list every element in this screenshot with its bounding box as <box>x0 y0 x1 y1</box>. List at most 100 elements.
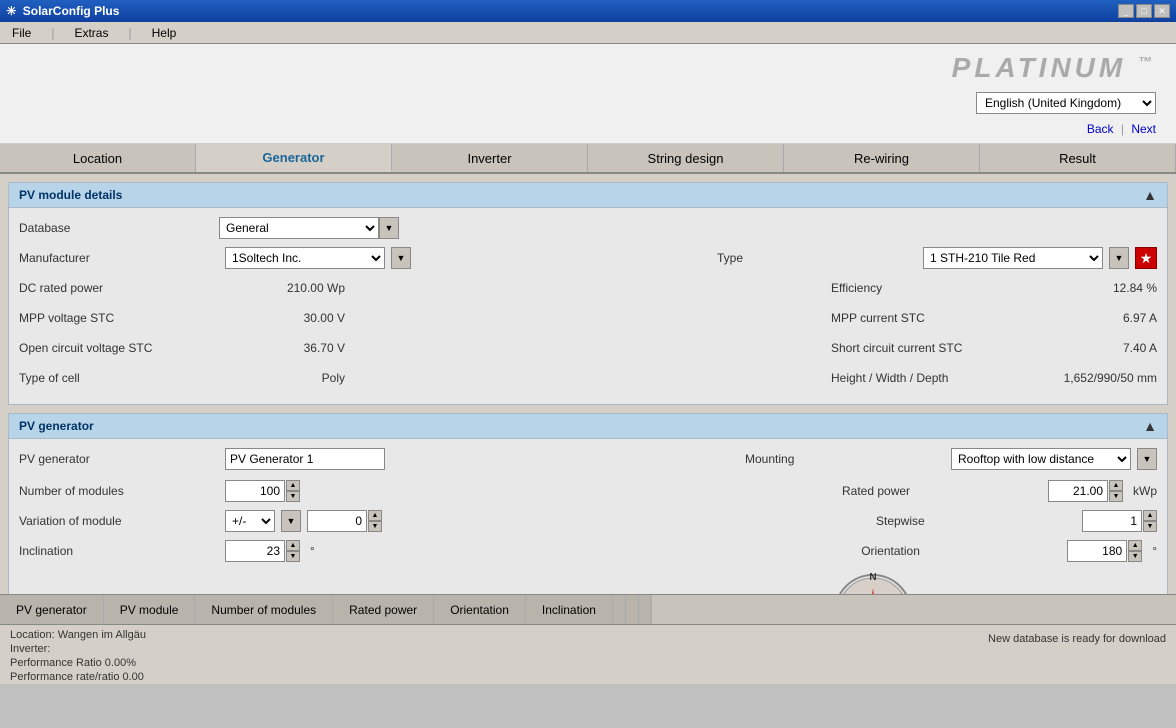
dc-efficiency-row: DC rated power 210.00 Wp Efficiency 12.8… <box>19 276 1157 300</box>
tab-string-design[interactable]: String design <box>588 144 784 172</box>
num-modules-up-btn[interactable]: ▲ <box>286 480 300 491</box>
language-select[interactable]: English (United Kingdom) <box>976 92 1156 114</box>
bottom-tab-extra-3[interactable] <box>639 595 652 624</box>
maximize-button[interactable]: □ <box>1136 4 1152 18</box>
manufacturer-dropdown-btn[interactable]: ▼ <box>391 247 411 269</box>
mpp-voltage-group: MPP voltage STC 30.00 V <box>19 311 345 325</box>
manufacturer-type-row: Manufacturer 1Soltech Inc. ▼ Type 1 STH-… <box>19 246 1157 270</box>
panel-visualization <box>204 573 404 594</box>
inclination-input[interactable] <box>225 540 285 562</box>
rated-power-up-btn[interactable]: ▲ <box>1109 480 1123 491</box>
minimize-button[interactable]: _ <box>1118 4 1134 18</box>
stepwise-input[interactable] <box>1082 510 1142 532</box>
inclination-unit: ° <box>310 544 315 558</box>
variation-type-select[interactable]: +/- <box>225 510 275 532</box>
bottom-tab-extra-2[interactable] <box>626 595 639 624</box>
cell-type-group: Type of cell Poly <box>19 371 345 385</box>
location-value: Wangen im Allgäu <box>58 629 146 641</box>
menu-sep-2: | <box>128 26 131 40</box>
pv-generator-collapse-btn[interactable]: ▲ <box>1143 418 1157 434</box>
num-modules-input[interactable] <box>225 480 285 502</box>
tab-location[interactable]: Location <box>0 144 196 172</box>
menu-extras[interactable]: Extras <box>70 24 112 42</box>
cell-type-label: Type of cell <box>19 371 219 385</box>
menu-file[interactable]: File <box>8 24 35 42</box>
status-right: New database is ready for download <box>988 629 1166 680</box>
mpp-voltage-label: MPP voltage STC <box>19 311 219 325</box>
inclination-spinner: ▲ ▼ <box>225 540 300 562</box>
num-modules-spinner-btns: ▲ ▼ <box>286 480 300 502</box>
variation-input[interactable] <box>307 510 367 532</box>
favorite-btn[interactable]: ★ <box>1135 247 1157 269</box>
performance-ratio-label: Performance Ratio <box>10 657 102 669</box>
type-select[interactable]: 1 STH-210 Tile Red <box>923 247 1103 269</box>
mpp-voltage-value: 30.00 V <box>225 311 345 325</box>
solar-panel-icon <box>274 591 334 595</box>
tab-generator[interactable]: Generator <box>196 144 392 172</box>
variation-down-btn[interactable]: ▼ <box>368 521 382 532</box>
variation-stepwise-row: Variation of module +/- ▼ ▲ ▼ Stepwise <box>19 509 1157 533</box>
database-dropdown-btn[interactable]: ▼ <box>379 217 399 239</box>
performance-rate-status: Performance rate/ratio 0.00 <box>10 671 146 683</box>
next-link[interactable]: Next <box>1131 122 1156 136</box>
num-modules-down-btn[interactable]: ▼ <box>286 491 300 502</box>
dc-rated-power-value: 210.00 Wp <box>225 281 345 295</box>
pv-module-section: PV module details ▲ Database General ▼ M… <box>8 182 1168 405</box>
rated-power-group: Rated power ▲ ▼ kWp <box>842 480 1157 502</box>
orientation-unit: ° <box>1152 544 1157 558</box>
nav-separator: | <box>1121 122 1127 136</box>
tab-navigation: Location Generator Inverter String desig… <box>0 144 1176 174</box>
type-dropdown-btn[interactable]: ▼ <box>1109 247 1129 269</box>
status-left: Location: Wangen im Allgäu Inverter: Per… <box>10 629 146 680</box>
close-button[interactable]: ✕ <box>1154 4 1170 18</box>
menu-help[interactable]: Help <box>148 24 181 42</box>
main-content: PV module details ▲ Database General ▼ M… <box>0 174 1176 594</box>
database-select[interactable]: General <box>219 217 379 239</box>
database-row: Database General ▼ <box>19 216 1157 240</box>
bottom-tab-rated-power[interactable]: Rated power <box>333 595 434 624</box>
bottom-tab-pv-module[interactable]: PV module <box>104 595 196 624</box>
variation-label: Variation of module <box>19 514 219 528</box>
rated-power-input[interactable] <box>1048 480 1108 502</box>
bottom-tab-num-modules[interactable]: Number of modules <box>195 595 333 624</box>
manufacturer-select[interactable]: 1Soltech Inc. <box>225 247 385 269</box>
pv-module-collapse-btn[interactable]: ▲ <box>1143 187 1157 203</box>
svg-text:N: N <box>869 572 876 583</box>
bottom-tab-extra-1[interactable] <box>613 595 626 624</box>
variation-up-btn[interactable]: ▲ <box>368 510 382 521</box>
variation-type-dropdown-btn[interactable]: ▼ <box>281 510 301 532</box>
inclination-down-btn[interactable]: ▼ <box>286 551 300 562</box>
mounting-select[interactable]: Rooftop with low distance <box>951 448 1131 470</box>
stepwise-down-btn[interactable]: ▼ <box>1143 521 1157 532</box>
orientation-label: Orientation <box>861 544 1061 558</box>
app-title: SolarConfig Plus <box>23 4 120 18</box>
platinum-logo: PLATINUM ™ <box>952 52 1156 84</box>
language-selector-wrap: English (United Kingdom) <box>976 92 1156 114</box>
header: PLATINUM ™ English (United Kingdom) Back… <box>0 44 1176 144</box>
performance-ratio-status: Performance Ratio 0.00% <box>10 657 146 669</box>
back-link[interactable]: Back <box>1087 122 1114 136</box>
bottom-tab-inclination[interactable]: Inclination <box>526 595 613 624</box>
tab-re-wiring[interactable]: Re-wiring <box>784 144 980 172</box>
orientation-input[interactable] <box>1067 540 1127 562</box>
inverter-status: Inverter: <box>10 643 146 655</box>
tab-result[interactable]: Result <box>980 144 1176 172</box>
mounting-dropdown-btn[interactable]: ▼ <box>1137 448 1157 470</box>
nav-links: Back | Next <box>1087 122 1156 136</box>
bottom-tab-pv-generator[interactable]: PV generator <box>0 595 104 624</box>
orientation-down-btn[interactable]: ▼ <box>1128 551 1142 562</box>
inclination-up-btn[interactable]: ▲ <box>286 540 300 551</box>
pv-module-body: Database General ▼ Manufacturer 1Soltech… <box>8 208 1168 405</box>
stepwise-label: Stepwise <box>876 514 1076 528</box>
pv-generator-input[interactable] <box>225 448 385 470</box>
variation-group: Variation of module +/- ▼ ▲ ▼ <box>19 510 382 532</box>
mpp-current-label: MPP current STC <box>831 311 1031 325</box>
modules-power-row: Number of modules ▲ ▼ Rated power <box>19 479 1157 503</box>
circuit-row: Open circuit voltage STC 36.70 V Short c… <box>19 336 1157 360</box>
bottom-tab-orientation[interactable]: Orientation <box>434 595 526 624</box>
stepwise-up-btn[interactable]: ▲ <box>1143 510 1157 521</box>
rated-power-down-btn[interactable]: ▼ <box>1109 491 1123 502</box>
compass-visualization: N S W E <box>773 573 973 594</box>
tab-inverter[interactable]: Inverter <box>392 144 588 172</box>
orientation-up-btn[interactable]: ▲ <box>1128 540 1142 551</box>
